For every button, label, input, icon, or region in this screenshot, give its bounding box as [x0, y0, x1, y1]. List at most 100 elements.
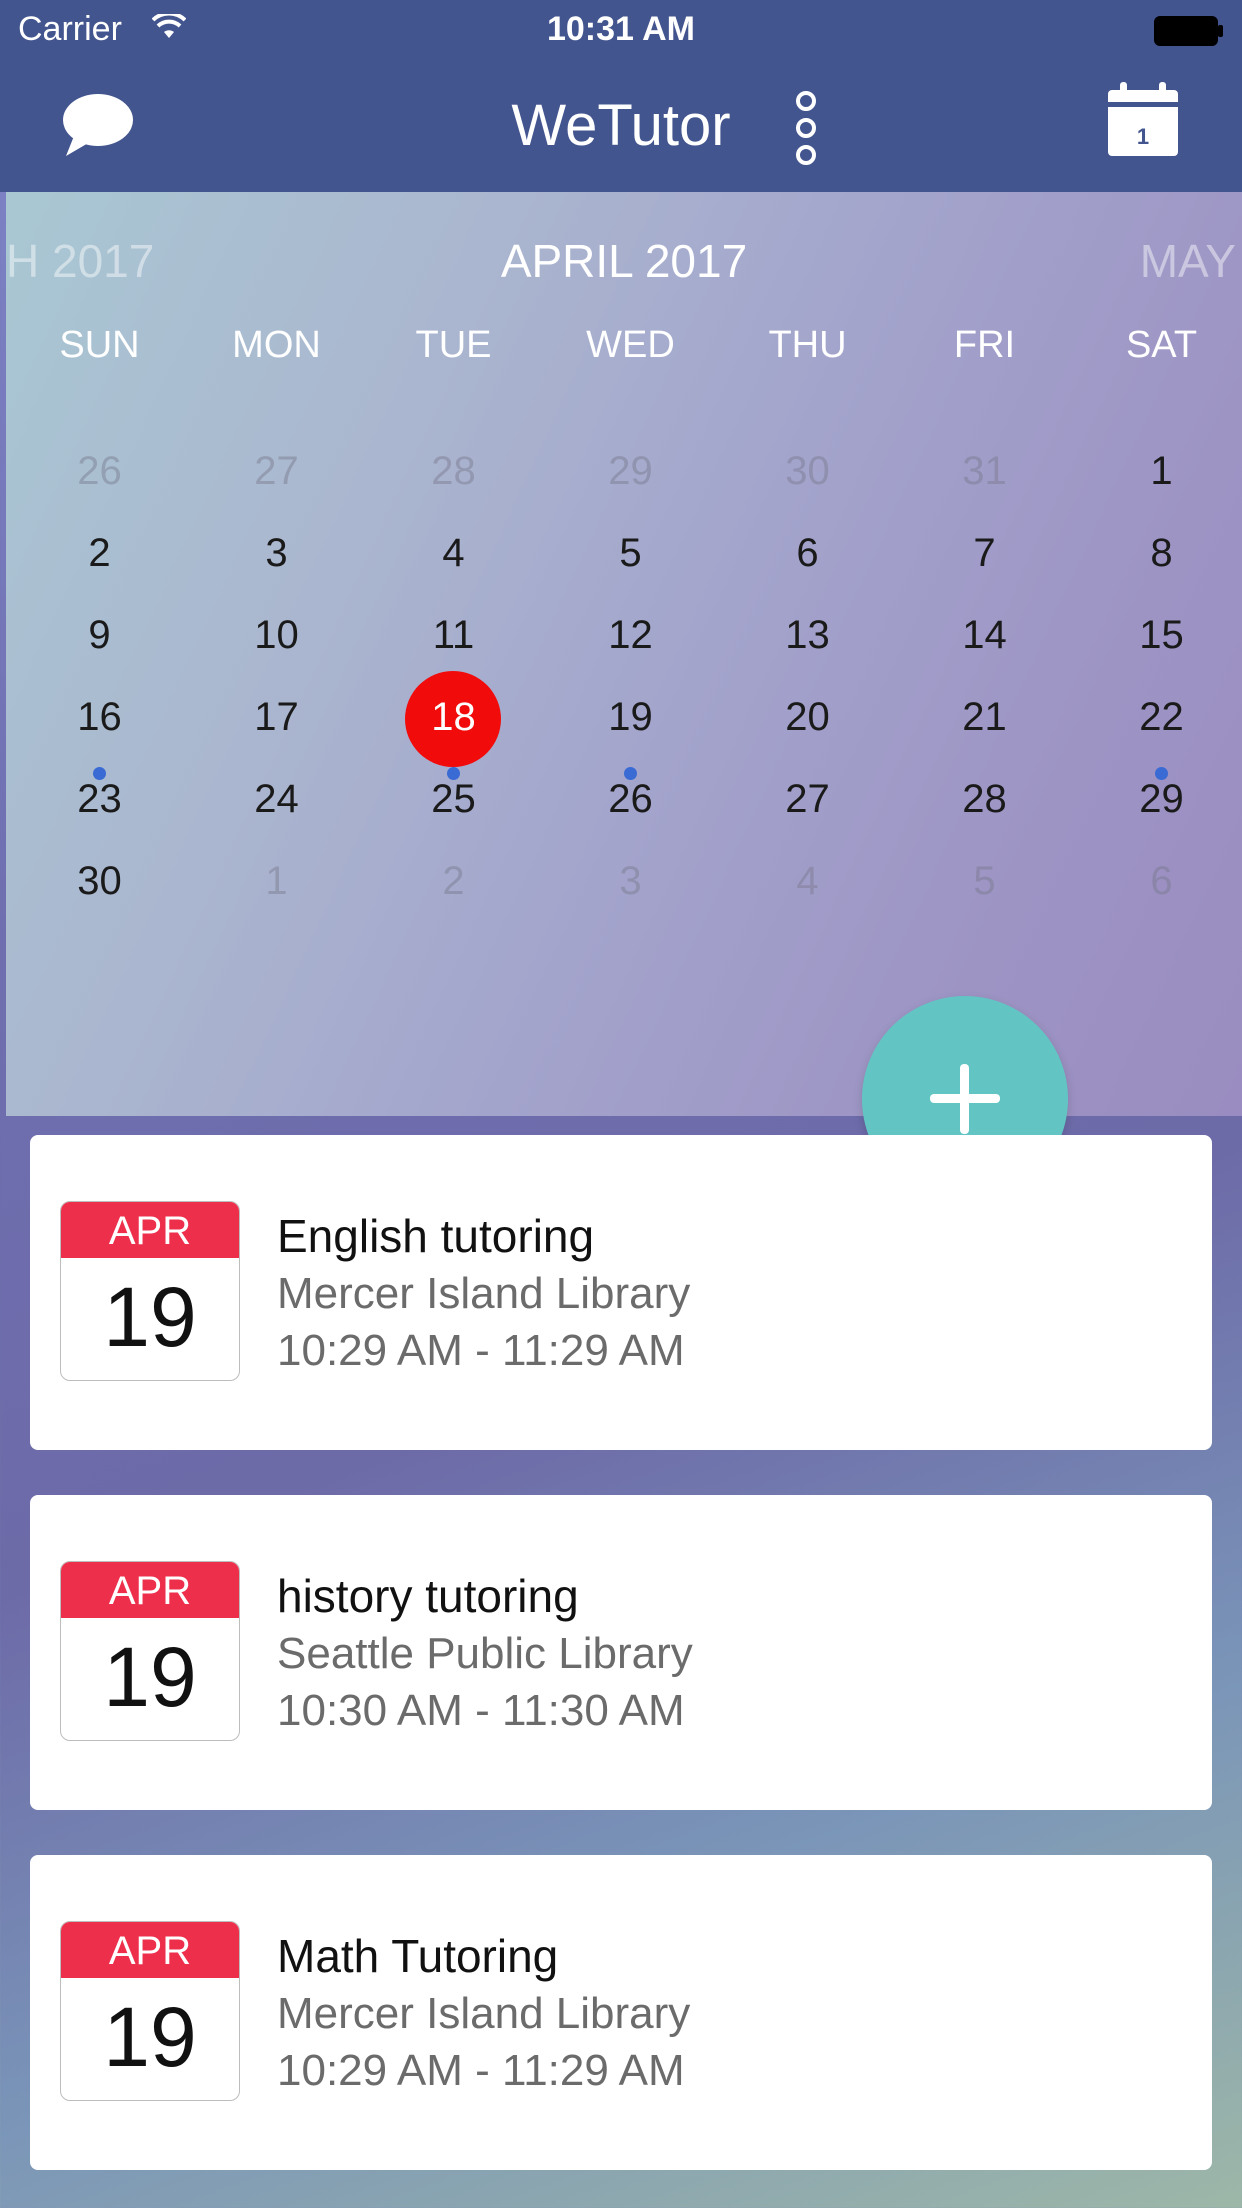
- next-month-label[interactable]: MAY: [1140, 234, 1236, 288]
- event-card[interactable]: APR 19 Math Tutoring Mercer Island Libra…: [30, 1855, 1212, 2170]
- day-number: 24: [254, 777, 299, 821]
- calendar-day[interactable]: 3: [542, 836, 719, 926]
- calendar-day[interactable]: 3: [188, 508, 365, 598]
- calendar-day[interactable]: 5: [542, 508, 719, 598]
- day-number: 28: [431, 449, 476, 493]
- calendar-day[interactable]: 2: [11, 508, 188, 598]
- calendar-day[interactable]: 14: [896, 590, 1073, 680]
- day-number: 28: [962, 777, 1007, 821]
- weekday-header: SUN MON TUE WED THU FRI SAT: [6, 324, 1242, 374]
- day-number: 1: [265, 859, 288, 903]
- day-number: 3: [265, 531, 288, 575]
- day-number: 23: [77, 777, 122, 821]
- calendar-day[interactable]: 26: [11, 426, 188, 516]
- calendar-day[interactable]: 16: [11, 672, 188, 780]
- calendar-day[interactable]: 11: [365, 590, 542, 680]
- day-number: 30: [785, 449, 830, 493]
- event-location: Mercer Island Library: [277, 1269, 691, 1318]
- calendar-day[interactable]: 10: [188, 590, 365, 680]
- day-number: 6: [1150, 859, 1173, 903]
- event-card[interactable]: APR 19 English tutoring Mercer Island Li…: [30, 1135, 1212, 1450]
- battery-icon: [1154, 16, 1223, 46]
- badge-month: APR: [61, 1202, 239, 1258]
- calendar-panel: H 2017 APRIL 2017 MAY SUN MON TUE WED THU FRI…: [6, 192, 1242, 1116]
- day-number: 3: [619, 859, 642, 903]
- date-badge: APR 19: [60, 1921, 240, 2101]
- calendar-day[interactable]: 25: [365, 754, 542, 844]
- calendar-day[interactable]: 29: [542, 426, 719, 516]
- day-number: 11: [432, 613, 475, 657]
- calendar-day[interactable]: 6: [719, 508, 896, 598]
- calendar-day[interactable]: 18: [365, 671, 542, 780]
- calendar-day[interactable]: 13: [719, 590, 896, 680]
- day-number: 1: [1150, 449, 1173, 493]
- calendar-day[interactable]: 8: [1073, 508, 1242, 598]
- calendar-day[interactable]: 27: [719, 754, 896, 844]
- status-bar: Carrier 10:31 AM: [0, 0, 1242, 62]
- day-number: 5: [973, 859, 996, 903]
- calendar-day[interactable]: 30: [11, 836, 188, 926]
- calendar-day[interactable]: 4: [719, 836, 896, 926]
- calendar-day[interactable]: 20: [719, 672, 896, 762]
- day-number: 14: [962, 613, 1007, 657]
- weekday-label: SAT: [1125, 324, 1198, 366]
- day-number: 30: [77, 859, 122, 903]
- day-number: 4: [796, 859, 819, 903]
- day-number: 2: [88, 531, 111, 575]
- calendar-day[interactable]: 30: [719, 426, 896, 516]
- calendar-day[interactable]: 19: [542, 672, 719, 780]
- date-badge: APR 19: [60, 1561, 240, 1741]
- day-number: 4: [442, 531, 465, 575]
- event-location: Seattle Public Library: [277, 1629, 693, 1678]
- calendar-day[interactable]: 15: [1073, 590, 1242, 680]
- weekday-label: TUE: [415, 324, 492, 366]
- event-title: Math Tutoring: [277, 1930, 559, 1982]
- calendar-day[interactable]: 29: [1073, 754, 1242, 844]
- event-time: 10:29 AM - 11:29 AM: [277, 2046, 685, 2095]
- calendar-day[interactable]: 1: [188, 836, 365, 926]
- calendar-day[interactable]: 5: [896, 836, 1073, 926]
- weekday-label: THU: [768, 324, 847, 366]
- badge-day: 19: [103, 1990, 197, 2084]
- calendar-day[interactable]: 7: [896, 508, 1073, 598]
- calendar-icon-day: 1: [1137, 124, 1149, 149]
- day-number: 9: [88, 613, 111, 657]
- day-number: 12: [608, 613, 653, 657]
- calendar-day[interactable]: 9: [11, 590, 188, 680]
- weekday-label: SUN: [59, 324, 140, 366]
- day-number: 22: [1139, 695, 1184, 739]
- day-number: 8: [1150, 531, 1173, 575]
- event-time: 10:29 AM - 11:29 AM: [277, 1326, 685, 1375]
- calendar-icon[interactable]: 1: [1106, 82, 1180, 158]
- calendar-day[interactable]: 12: [542, 590, 719, 680]
- calendar-day[interactable]: 28: [365, 426, 542, 516]
- calendar-day[interactable]: 21: [896, 672, 1073, 762]
- event-time: 10:30 AM - 11:30 AM: [277, 1686, 685, 1735]
- calendar-day[interactable]: 31: [896, 426, 1073, 516]
- calendar-day[interactable]: 4: [365, 508, 542, 598]
- calendar-day[interactable]: 23: [11, 754, 188, 844]
- event-title: history tutoring: [277, 1570, 579, 1622]
- calendar-day[interactable]: 28: [896, 754, 1073, 844]
- calendar-day[interactable]: 6: [1073, 836, 1242, 926]
- day-number: 6: [796, 531, 819, 575]
- badge-month: APR: [61, 1922, 239, 1978]
- day-number: 18: [431, 695, 476, 739]
- day-number: 29: [1139, 777, 1184, 821]
- day-number: 13: [785, 613, 830, 657]
- month-title: APRIL 2017: [500, 235, 748, 287]
- calendar-day[interactable]: 24: [188, 754, 365, 844]
- event-card[interactable]: APR 19 history tutoring Seattle Public L…: [30, 1495, 1212, 1810]
- calendar-day[interactable]: 2: [365, 836, 542, 926]
- more-vertical-icon[interactable]: [784, 90, 828, 166]
- day-number: 2: [442, 859, 465, 903]
- calendar-day[interactable]: 22: [1073, 672, 1242, 780]
- calendar-day[interactable]: 17: [188, 672, 365, 762]
- calendar-day[interactable]: 26: [542, 754, 719, 844]
- calendar-day[interactable]: 1: [1073, 426, 1242, 516]
- day-number: 27: [785, 777, 830, 821]
- day-number: 19: [608, 695, 653, 739]
- weekday-label: MON: [232, 324, 321, 366]
- calendar-day[interactable]: 27: [188, 426, 365, 516]
- day-number: 17: [254, 695, 299, 739]
